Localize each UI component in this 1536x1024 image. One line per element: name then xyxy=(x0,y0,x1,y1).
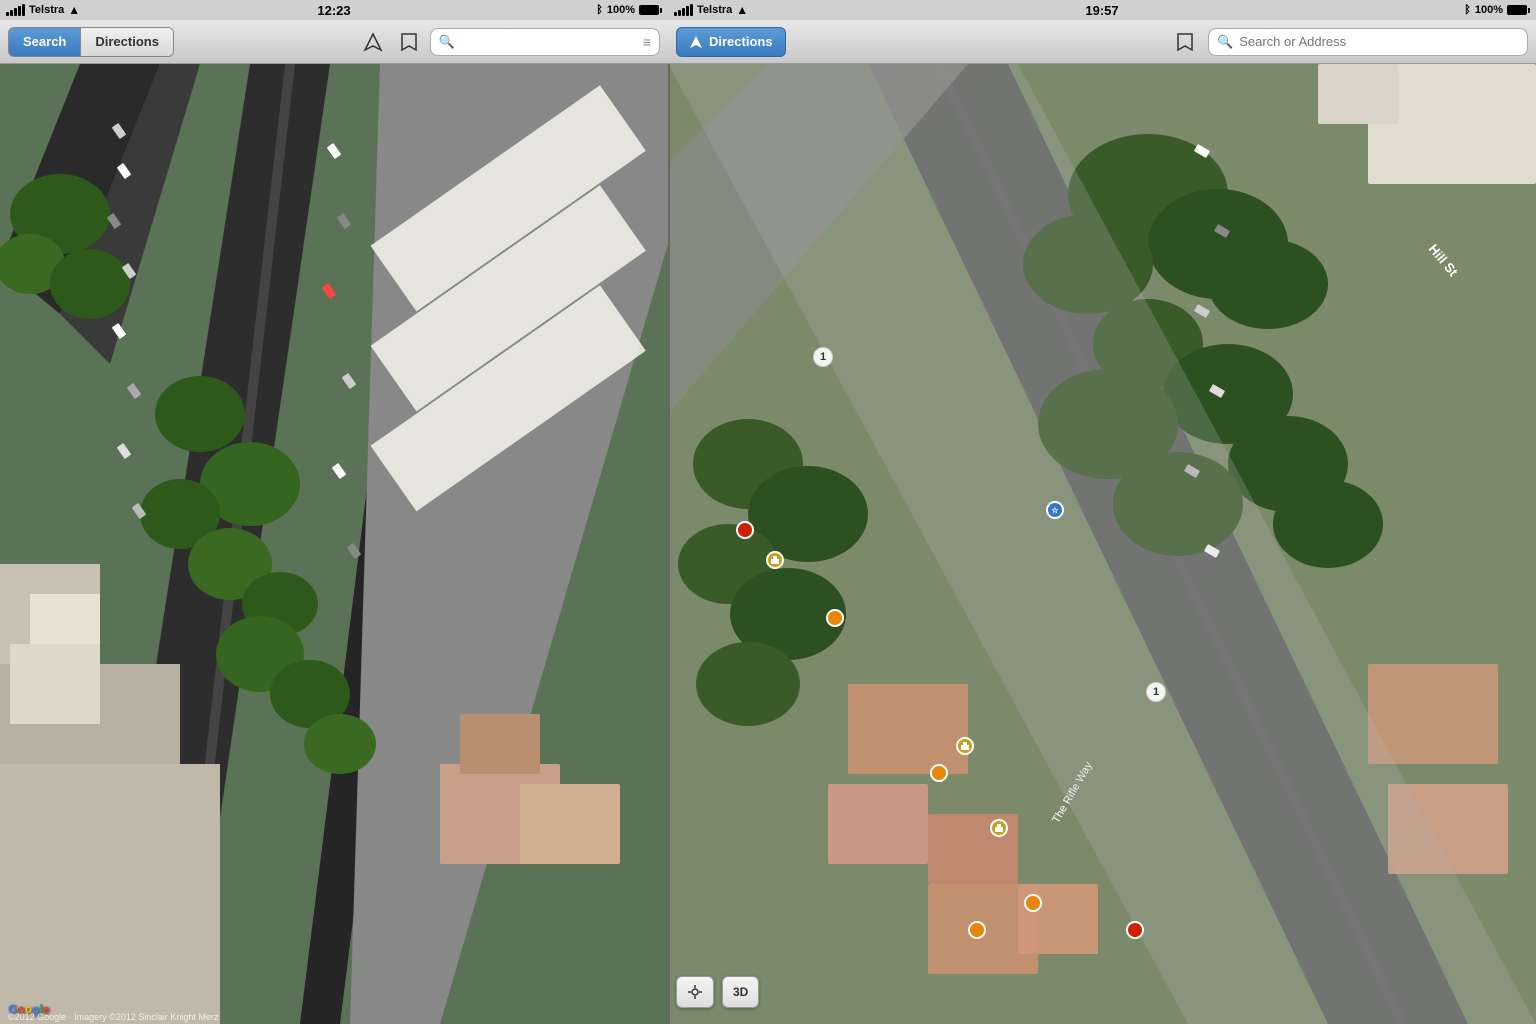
map-pin-orange-1[interactable] xyxy=(826,609,844,627)
map-pin-orange-4[interactable] xyxy=(968,921,986,939)
left-map-svg xyxy=(0,64,668,1024)
map-bottom-controls: 3D xyxy=(676,976,759,1008)
time-left: 12:23 xyxy=(317,3,350,18)
carrier-right: Telstra xyxy=(697,4,732,16)
time-right: 19:57 xyxy=(1085,3,1118,18)
bookmarks-icon-left[interactable] xyxy=(394,27,424,57)
num-badge-1: 1 xyxy=(813,347,833,367)
search-icon-left: 🔍 xyxy=(439,34,455,50)
left-carrier-group: Telstra ▲ xyxy=(6,3,80,17)
map-pin-blue-1[interactable]: ☆ xyxy=(1046,501,1064,519)
threed-button[interactable]: 3D xyxy=(722,976,759,1008)
map-pin-red-2[interactable] xyxy=(1126,921,1144,939)
toolbar-left: Search Directions 🔍 ≡ xyxy=(0,20,668,64)
num-badge-2: 1 xyxy=(1146,682,1166,702)
directions-button-right[interactable]: Directions xyxy=(676,27,786,57)
bluetooth-icon-right: ᛒ xyxy=(1464,4,1471,16)
map-container: Google ©2012 Google · Imagery ©2012 Sinc… xyxy=(0,64,1536,1024)
search-tab[interactable]: Search xyxy=(9,28,81,56)
search-input-left[interactable] xyxy=(461,34,637,49)
right-status-group-right: ᛒ 100% xyxy=(1464,4,1530,16)
carrier-left: Telstra xyxy=(29,4,64,16)
navigation-icon-left[interactable] xyxy=(358,27,388,57)
battery-pct-left: 100% xyxy=(607,4,635,16)
toolbar-right: Directions 🔍 xyxy=(668,20,1536,64)
map-divider xyxy=(668,64,670,1024)
wifi-icon-left: ▲ xyxy=(68,3,80,17)
search-bar-left[interactable]: 🔍 ≡ xyxy=(430,28,660,56)
bluetooth-icon-left: ᛒ xyxy=(596,4,603,16)
battery-right xyxy=(1507,5,1530,15)
directions-tab[interactable]: Directions xyxy=(81,28,173,56)
search-icon-right: 🔍 xyxy=(1217,34,1233,50)
battery-pct-right: 100% xyxy=(1475,4,1503,16)
locate-button[interactable] xyxy=(676,976,714,1008)
status-bar-left: Telstra ▲ 12:23 ᛒ 100% xyxy=(0,0,668,20)
right-carrier-group: Telstra ▲ xyxy=(674,3,748,17)
right-map-svg: Hill St The Rifle Way xyxy=(668,64,1536,1024)
threed-label: 3D xyxy=(733,985,748,999)
status-bar-right: Telstra ▲ 19:57 ᛒ 100% xyxy=(668,0,1536,20)
battery-left xyxy=(639,5,662,15)
map-pin-orange-3[interactable] xyxy=(1024,894,1042,912)
search-bar-right[interactable]: 🔍 xyxy=(1208,28,1528,56)
map-pin-orange-2[interactable] xyxy=(930,764,948,782)
map-pin-hotel-2[interactable] xyxy=(956,737,974,755)
map-pin-red-1[interactable] xyxy=(736,521,754,539)
map-pin-hotel-1[interactable] xyxy=(766,551,784,569)
directions-arrow-icon xyxy=(689,35,703,49)
bookmarks-icon-right[interactable] xyxy=(1170,27,1200,57)
locate-icon xyxy=(687,984,703,1000)
signal-bars-right xyxy=(674,4,693,16)
map-left[interactable]: Google ©2012 Google · Imagery ©2012 Sinc… xyxy=(0,64,668,1024)
signal-bars-left xyxy=(6,4,25,16)
map-right[interactable]: Hill St The Rifle Way ☆ 1 1 xyxy=(668,64,1536,1024)
wifi-icon-right: ▲ xyxy=(736,3,748,17)
segmented-control-left[interactable]: Search Directions xyxy=(8,27,174,57)
copyright-text: ©2012 Google · Imagery ©2012 Sinclair Kn… xyxy=(8,1012,218,1022)
map-pin-hotel-3[interactable] xyxy=(990,819,1008,837)
list-icon-left[interactable]: ≡ xyxy=(643,34,651,50)
directions-label-right: Directions xyxy=(709,34,773,49)
search-input-right[interactable] xyxy=(1239,34,1519,49)
right-status-group-left: ᛒ 100% xyxy=(596,4,662,16)
